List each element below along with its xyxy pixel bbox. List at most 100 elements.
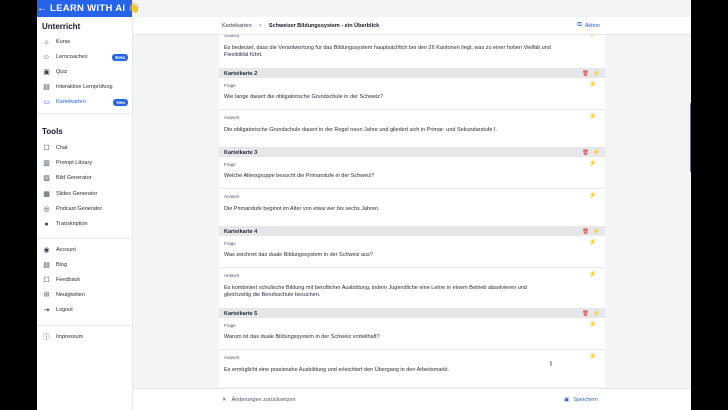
chat-icon: ☐ xyxy=(43,145,50,152)
flashcard-header: Karteikarte 4 🗑 ⚡ xyxy=(219,227,605,236)
trash-icon[interactable]: 🗑 xyxy=(582,229,589,235)
breadcrumb-separator: > xyxy=(258,22,262,29)
question-field[interactable]: Frage Warum ist das duale Bildungssystem … xyxy=(219,318,605,350)
sidebar-item-label: Chat xyxy=(56,145,68,151)
answer-text[interactable]: Die obligatorische Grundschule dauert in… xyxy=(224,127,554,134)
ai-rewrite-icon[interactable]: ⚡ xyxy=(589,80,597,88)
question-text[interactable]: Was zeichnet das duale Bildungssystem in… xyxy=(224,252,554,259)
flashcard-title: Karteikarte 2 xyxy=(224,70,258,77)
sidebar-item-bild-generator[interactable]: ▨ Bild Generator xyxy=(42,172,128,184)
ai-rewrite-icon[interactable]: ⚡ xyxy=(589,159,597,167)
action-icon: ⧉ xyxy=(577,22,582,28)
answer-field[interactable]: Antwort Es bedeutet, dass die Verantwortu… xyxy=(219,35,605,69)
reset-changes-button[interactable]: ✕ Änderungen zurücksetzen xyxy=(222,397,296,403)
sidebar-item-kurse[interactable]: ⌂ Kurse xyxy=(42,36,128,48)
section-title-unterricht: Unterricht xyxy=(42,22,81,31)
trash-icon[interactable]: 🗑 xyxy=(582,311,589,317)
ai-rewrite-icon[interactable]: ⚡ xyxy=(589,320,597,328)
answer-field[interactable]: Antwort Es ermöglicht eine praxisnahe Aus… xyxy=(219,350,605,387)
field-label: Antwort xyxy=(224,115,240,120)
answer-field[interactable]: Antwort Es kombiniert schulische Bildung … xyxy=(219,268,605,309)
mail-icon: ✉ xyxy=(43,292,50,299)
sidebar-item-transkription[interactable]: ● Transkription xyxy=(42,218,128,230)
ai-rewrite-icon[interactable]: ⚡ xyxy=(589,191,597,199)
question-field[interactable]: Frage Welche Altersgruppe besucht die Pri… xyxy=(219,157,605,189)
ai-rewrite-icon[interactable]: ⚡ xyxy=(589,238,597,246)
microphone-icon: ● xyxy=(44,220,49,228)
sidebar-item-prompt-library[interactable]: ▥ Prompt Library xyxy=(42,157,128,169)
answer-text[interactable]: Es ermöglicht eine praxisnahe Ausbildung… xyxy=(224,367,554,374)
answer-text[interactable]: Es bedeutet, dass die Verantwortung für … xyxy=(224,45,554,59)
ai-rewrite-icon[interactable]: ⚡ xyxy=(589,270,597,278)
sidebar-item-karteikarten[interactable]: ▭ Karteikarten Neu xyxy=(42,96,128,108)
flashcard-header: Karteikarte 5 🗑 ⚡ xyxy=(219,309,605,318)
divider xyxy=(37,238,132,239)
scrollbar[interactable] xyxy=(690,103,691,172)
action-label: Aktion xyxy=(584,22,600,29)
app-window: ← LEARN WITH AI 👋 Unterricht ⌂ Kurse ☺ Lernc… xyxy=(37,0,691,410)
page-header: Karteikarten > Schweizer Bildungssystem … xyxy=(133,17,691,35)
trash-icon[interactable]: 🗑 xyxy=(582,150,589,156)
trash-icon[interactable]: 🗑 xyxy=(582,71,589,77)
question-text[interactable]: Welche Altersgruppe besucht die Primarst… xyxy=(224,173,554,180)
sidebar-item-account[interactable]: ◉ Account xyxy=(42,244,128,256)
home-icon: ⌂ xyxy=(44,38,49,46)
question-text[interactable]: Wie lange dauert die obligatorische Grun… xyxy=(224,94,554,101)
sidebar-item-slides-generator[interactable]: ▦ Slides Generator xyxy=(42,188,128,200)
section-title-tools: Tools xyxy=(42,127,63,136)
breadcrumb-parent[interactable]: Karteikarten xyxy=(222,23,252,29)
back-arrow-icon[interactable]: ← xyxy=(37,3,47,14)
reset-label: Änderungen zurücksetzen xyxy=(231,397,296,403)
coach-icon: ☺ xyxy=(42,53,51,61)
action-button[interactable]: ⧉ Aktion xyxy=(577,22,600,29)
answer-text[interactable]: Es kombiniert schulische Bildung mit ber… xyxy=(224,285,554,299)
sidebar-item-chat[interactable]: ☐ Chat xyxy=(42,142,128,154)
field-label: Antwort xyxy=(224,194,240,199)
field-label: Antwort xyxy=(224,35,240,38)
answer-text[interactable]: Die Primarstufe beginnt im Alter von etw… xyxy=(224,206,554,213)
sidebar-item-label: Slides Generator xyxy=(56,190,98,197)
library-icon: ▥ xyxy=(43,160,50,168)
footer-bar: ✕ Änderungen zurücksetzen ▣ Speichern xyxy=(133,388,691,410)
sidebar-item-neuigkeiten[interactable]: ✉ Neuigkeiten xyxy=(42,289,128,301)
sidebar-item-blog[interactable]: ▤ Blog xyxy=(42,259,128,271)
ai-rewrite-icon[interactable]: ⚡ xyxy=(589,352,597,360)
status-badge: Neu xyxy=(113,98,128,106)
ai-generate-icon[interactable]: ⚡ xyxy=(593,149,600,156)
top-bar: ← LEARN WITH AI 👋 xyxy=(37,0,140,17)
flashcard-title: Karteikarte 5 xyxy=(224,310,258,317)
ai-generate-icon[interactable]: ⚡ xyxy=(593,228,600,235)
sidebar-item-label: Prompt Library xyxy=(56,160,93,167)
question-field[interactable]: Frage Wie lange dauert die obligatorische… xyxy=(219,78,605,110)
image-icon: ▨ xyxy=(43,175,50,183)
ai-rewrite-icon[interactable]: ⚡ xyxy=(589,35,597,38)
blog-icon: ▤ xyxy=(43,262,50,269)
sidebar-item-interaktive-lernpr-fung[interactable]: ▤ Interaktive Lernprüfung xyxy=(42,81,128,93)
field-label: Frage xyxy=(224,83,236,88)
save-label: Speichern xyxy=(573,397,598,403)
answer-field[interactable]: Antwort Die Primarstufe beginnt im Alter … xyxy=(219,189,605,227)
ai-generate-icon[interactable]: ⚡ xyxy=(593,310,600,317)
field-label: Frage xyxy=(224,323,236,328)
save-button[interactable]: ▣ Speichern xyxy=(564,397,598,403)
flashcard-header: Karteikarte 3 🗑 ⚡ xyxy=(219,148,605,157)
field-label: Frage xyxy=(224,241,236,246)
field-label: Antwort xyxy=(224,355,240,360)
ai-generate-icon[interactable]: ⚡ xyxy=(593,70,600,77)
sidebar-item-podcast-generator[interactable]: ◎ Podcast Generator xyxy=(42,203,128,215)
brand-logo[interactable]: LEARN WITH AI 👋 xyxy=(50,3,140,14)
text-cursor-icon: I xyxy=(550,361,552,368)
podcast-icon: ◎ xyxy=(43,205,50,213)
question-field[interactable]: Frage Was zeichnet das duale Bildungssyst… xyxy=(219,236,605,268)
sidebar-item-impressum[interactable]: ⓘ Impressum xyxy=(42,331,128,343)
ai-rewrite-icon[interactable]: ⚡ xyxy=(589,112,597,120)
sidebar-item-quiz[interactable]: ▣ Quiz xyxy=(42,66,128,78)
flashcard-title: Karteikarte 4 xyxy=(224,228,258,235)
answer-field[interactable]: Antwort Die obligatorische Grundschule da… xyxy=(219,110,605,148)
user-icon: ◉ xyxy=(43,247,50,254)
question-text[interactable]: Warum ist das duale Bildungssystem in de… xyxy=(224,334,554,341)
sidebar-item-feedback[interactable]: ☐ Feedback xyxy=(42,274,128,286)
sidebar-item-lerncoaches[interactable]: ☺ Lerncoaches Beta xyxy=(42,51,128,63)
sidebar-item-label: Bild Generator xyxy=(56,175,92,182)
sidebar-item-logout[interactable]: ⇥ Logout xyxy=(42,304,128,316)
